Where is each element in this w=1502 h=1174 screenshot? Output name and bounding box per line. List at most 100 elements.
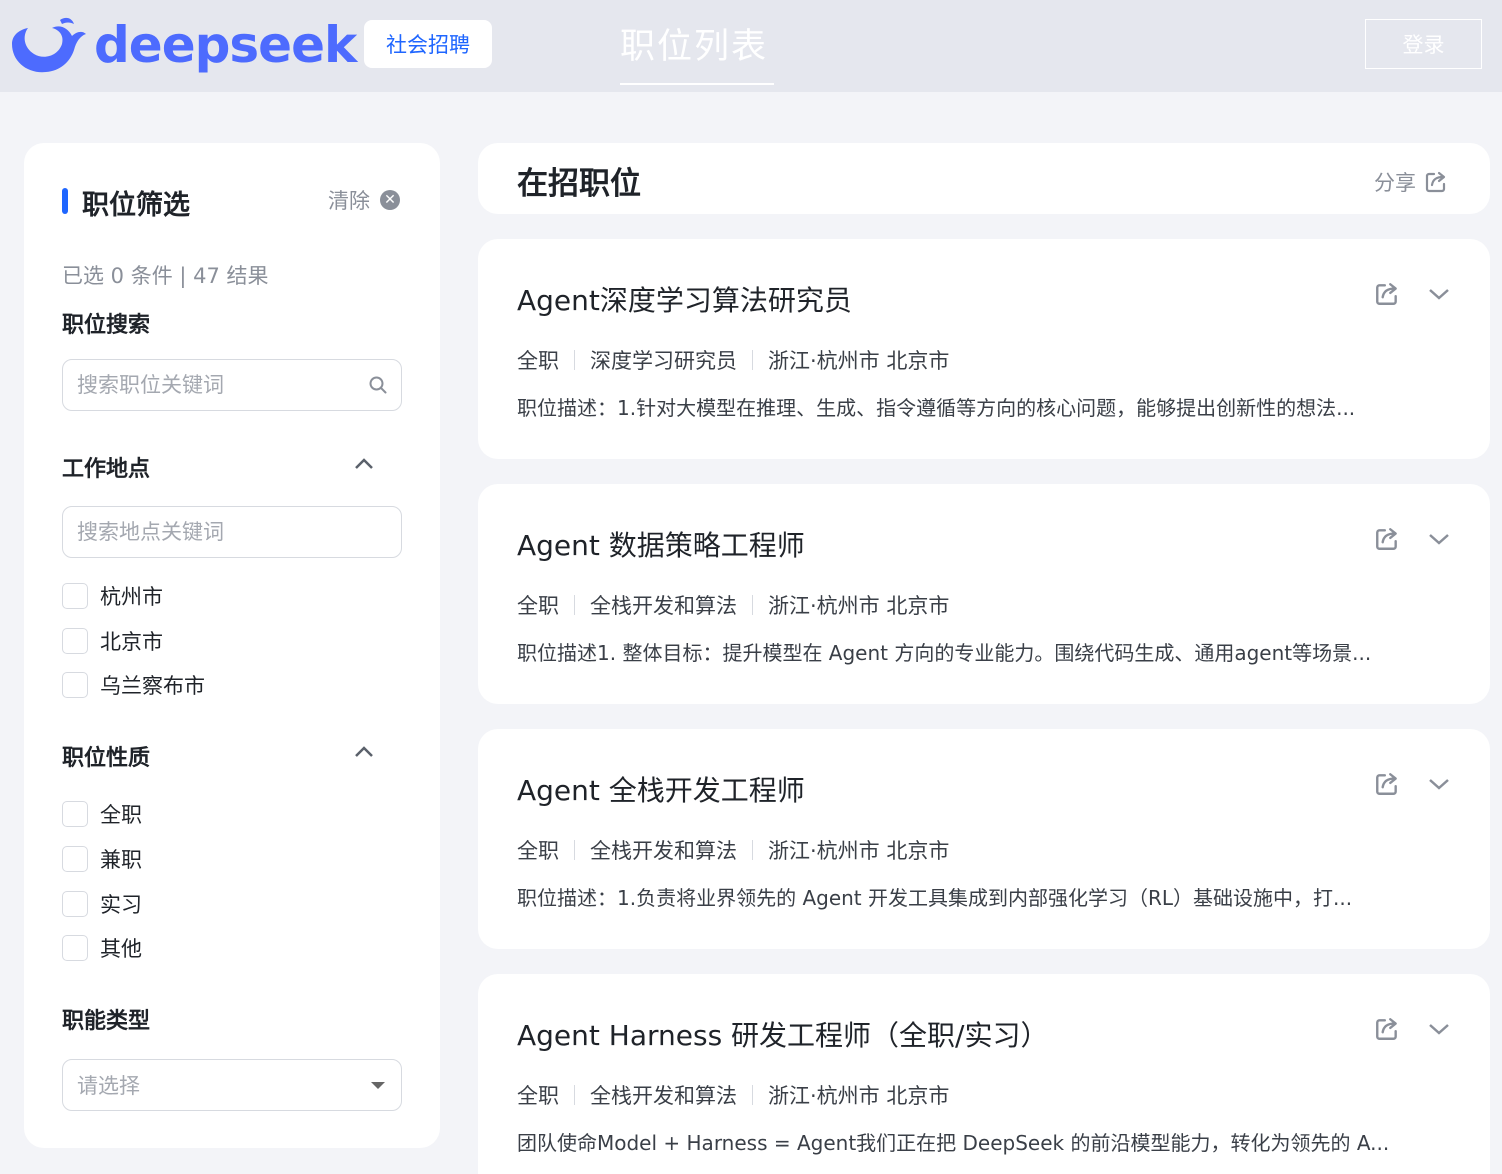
job-category: 全栈开发和算法 — [590, 594, 737, 618]
option-label: 兼职 — [100, 848, 142, 872]
job-actions — [1374, 1016, 1450, 1042]
job-title[interactable]: Agent Harness 研发工程师（全职/实习） — [517, 1014, 1049, 1054]
nature-option-fulltime[interactable]: 全职 — [62, 799, 142, 829]
checkbox[interactable] — [62, 801, 88, 827]
filter-summary: 已选 0 条件 | 47 结果 — [62, 264, 269, 288]
share-label: 分享 — [1374, 171, 1416, 195]
job-location: 浙江·杭州市 北京市 — [768, 839, 950, 863]
function-type-label: 职能类型 — [62, 1009, 151, 1034]
share-icon[interactable] — [1374, 281, 1400, 307]
job-location: 浙江·杭州市 北京市 — [768, 349, 950, 373]
job-description: 团队使命Model + Harness = Agent我们正在把 DeepSee… — [517, 1131, 1390, 1155]
divider — [752, 595, 753, 615]
nav-active-underline — [620, 83, 774, 85]
location-label: 工作地点 — [62, 457, 151, 482]
checkbox[interactable] — [62, 935, 88, 961]
filter-sidebar: 职位筛选 清除 ✕ 已选 0 条件 | 47 结果 职位搜索 工作地点 杭州市 … — [24, 143, 440, 1148]
job-category: 全栈开发和算法 — [590, 839, 737, 863]
nav-job-list[interactable]: 职位列表 — [620, 18, 768, 69]
divider — [574, 840, 575, 860]
share-icon — [1425, 171, 1446, 193]
job-title[interactable]: Agent 全栈开发工程师 — [517, 769, 805, 809]
clear-filters-button[interactable]: 清除 ✕ — [328, 185, 400, 215]
social-recruitment-badge[interactable]: 社会招聘 — [364, 20, 492, 68]
job-title[interactable]: Agent深度学习算法研究员 — [517, 279, 852, 319]
checkbox[interactable] — [62, 628, 88, 654]
function-type-select[interactable]: 请选择 — [62, 1059, 402, 1111]
logo-text: deepseek — [94, 16, 357, 74]
chevron-up-icon[interactable] — [354, 745, 374, 759]
divider — [752, 1085, 753, 1105]
location-search-field[interactable] — [62, 506, 402, 558]
share-button[interactable]: 分享 — [1374, 167, 1448, 197]
select-placeholder: 请选择 — [77, 1074, 140, 1098]
location-option-wulanchabu[interactable]: 乌兰察布市 — [62, 670, 205, 700]
job-meta: 全职 全栈开发和算法 浙江·杭州市 北京市 — [517, 590, 949, 620]
title-accent-bar — [62, 188, 68, 214]
option-label: 其他 — [100, 937, 142, 961]
job-actions — [1374, 281, 1450, 307]
chevron-down-icon[interactable] — [1428, 777, 1450, 791]
location-option-beijing[interactable]: 北京市 — [62, 626, 163, 656]
nature-option-other[interactable]: 其他 — [62, 933, 142, 963]
chevron-down-icon[interactable] — [1428, 532, 1450, 546]
job-description: 职位描述：1.针对大模型在推理、生成、指令遵循等方向的核心问题，能够提出创新性的… — [517, 396, 1356, 420]
chevron-down-icon[interactable] — [1428, 287, 1450, 301]
job-search-label: 职位搜索 — [62, 313, 151, 338]
job-type: 全职 — [517, 594, 559, 618]
job-search-field[interactable] — [62, 359, 402, 411]
share-icon[interactable] — [1374, 771, 1400, 797]
job-search-input[interactable] — [77, 373, 337, 397]
job-category: 深度学习研究员 — [590, 349, 737, 373]
job-actions — [1374, 526, 1450, 552]
clear-label: 清除 — [328, 189, 370, 213]
share-icon[interactable] — [1374, 526, 1400, 552]
job-type: 全职 — [517, 839, 559, 863]
job-type: 全职 — [517, 1084, 559, 1108]
job-nature-label: 职位性质 — [62, 746, 151, 771]
option-label: 实习 — [100, 893, 142, 917]
option-label: 杭州市 — [100, 585, 163, 609]
divider — [574, 595, 575, 615]
deepseek-logo[interactable]: deepseek — [8, 14, 357, 76]
job-location: 浙江·杭州市 北京市 — [768, 594, 950, 618]
filter-title: 职位筛选 — [82, 190, 190, 221]
login-button[interactable]: 登录 — [1365, 19, 1482, 69]
job-card[interactable]: Agent深度学习算法研究员 全职 深度学习研究员 浙江·杭州市 北京市 职位描… — [478, 239, 1490, 459]
job-meta: 全职 深度学习研究员 浙江·杭州市 北京市 — [517, 345, 949, 375]
option-label: 乌兰察布市 — [100, 674, 205, 698]
option-label: 北京市 — [100, 630, 163, 654]
close-circle-icon: ✕ — [380, 190, 400, 210]
divider — [574, 350, 575, 370]
job-title[interactable]: Agent 数据策略工程师 — [517, 524, 805, 564]
nature-option-intern[interactable]: 实习 — [62, 889, 142, 919]
job-description: 职位描述1. 整体目标：提升模型在 Agent 方向的专业能力。围绕代码生成、通… — [517, 641, 1372, 665]
open-positions-title: 在招职位 — [517, 166, 641, 202]
checkbox[interactable] — [62, 583, 88, 609]
chevron-down-icon[interactable] — [1428, 1022, 1450, 1036]
job-meta: 全职 全栈开发和算法 浙江·杭州市 北京市 — [517, 1080, 949, 1110]
job-card[interactable]: Agent Harness 研发工程师（全职/实习） 全职 全栈开发和算法 浙江… — [478, 974, 1490, 1174]
job-meta: 全职 全栈开发和算法 浙江·杭州市 北京市 — [517, 835, 949, 865]
location-option-hangzhou[interactable]: 杭州市 — [62, 581, 163, 611]
checkbox[interactable] — [62, 891, 88, 917]
job-card[interactable]: Agent 数据策略工程师 全职 全栈开发和算法 浙江·杭州市 北京市 职位描述… — [478, 484, 1490, 704]
job-card[interactable]: Agent 全栈开发工程师 全职 全栈开发和算法 浙江·杭州市 北京市 职位描述… — [478, 729, 1490, 949]
divider — [752, 840, 753, 860]
job-type: 全职 — [517, 349, 559, 373]
checkbox[interactable] — [62, 672, 88, 698]
location-search-input[interactable] — [77, 520, 337, 544]
share-icon[interactable] — [1374, 1016, 1400, 1042]
job-actions — [1374, 771, 1450, 797]
option-label: 全职 — [100, 803, 142, 827]
chevron-up-icon[interactable] — [354, 457, 374, 471]
nature-option-parttime[interactable]: 兼职 — [62, 844, 142, 874]
divider — [752, 350, 753, 370]
checkbox[interactable] — [62, 846, 88, 872]
caret-down-icon — [371, 1081, 385, 1089]
job-category: 全栈开发和算法 — [590, 1084, 737, 1108]
whale-logo-icon — [12, 17, 86, 73]
divider — [574, 1085, 575, 1105]
open-positions-header: 在招职位 分享 — [478, 143, 1490, 214]
search-icon[interactable] — [369, 376, 387, 394]
